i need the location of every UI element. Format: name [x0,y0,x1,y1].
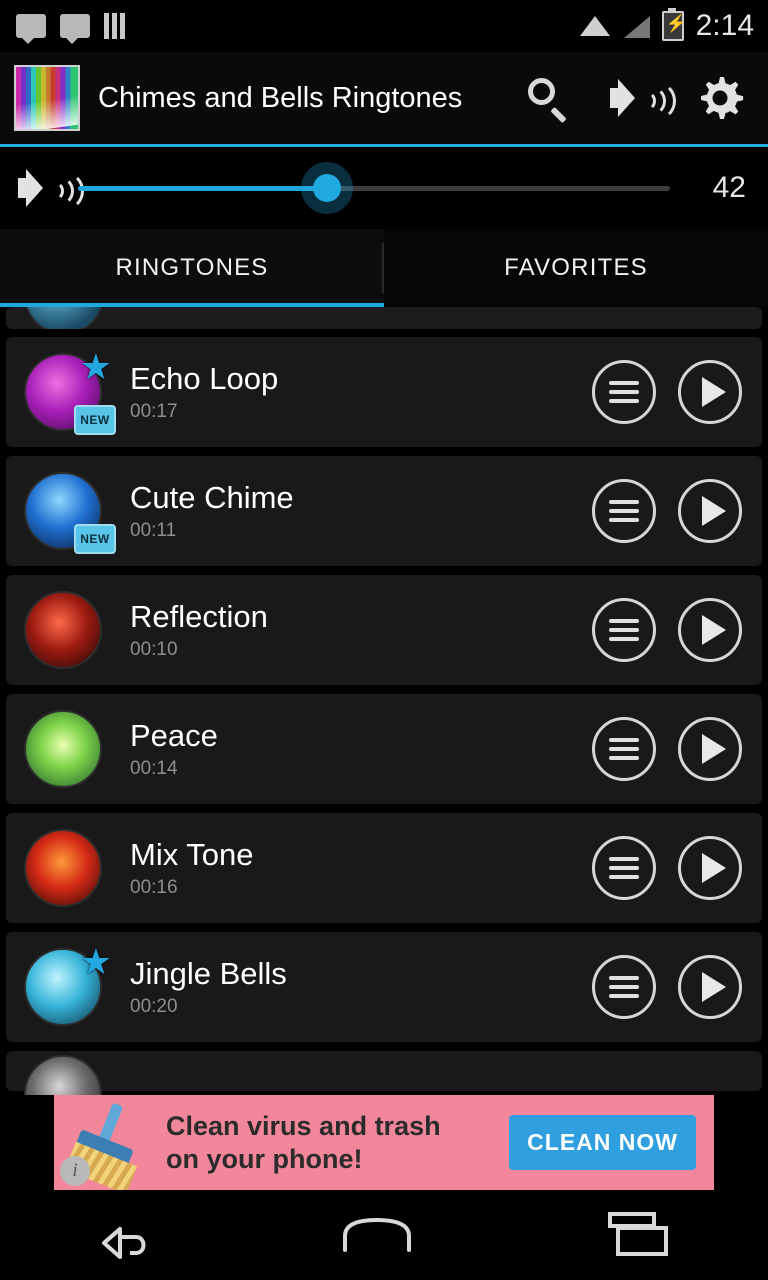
app-bar-actions [526,74,744,122]
message-icon [16,14,46,44]
app-logo [14,65,80,131]
list-item-actions [592,360,742,424]
tab-ringtones[interactable]: RINGTONES [0,229,384,309]
list-item-partial-top[interactable] [6,307,762,329]
volume-row: 42 [0,147,768,229]
album-art [24,829,102,907]
list-item-actions [592,955,742,1019]
list-item-meta: Mix Tone 00:16 [130,837,592,899]
ad-info-icon[interactable]: i [60,1156,90,1186]
list-item-duration: 00:11 [130,520,177,541]
bars-icon [104,13,130,39]
volume-slider-fill [78,185,327,191]
ad-text: Clean virus and trash on your phone! [162,1110,509,1176]
album-art [24,591,102,669]
menu-icon[interactable] [592,836,656,900]
tab-favorites-label: FAVORITES [504,254,648,281]
list-item-duration: 00:14 [130,758,178,779]
app-bar: Chimes and Bells Ringtones [0,52,768,147]
album-art [24,1055,102,1095]
signal-icon [622,14,650,38]
ringtone-list[interactable]: ★ NEW Echo Loop 00:17 NEW Cute Chime 00:… [0,307,768,1095]
list-item[interactable]: Mix Tone 00:16 [6,813,762,923]
favorite-star-icon[interactable]: ★ [80,349,112,385]
album-art [24,710,102,788]
volume-slider[interactable] [78,162,670,214]
play-icon[interactable] [678,717,742,781]
menu-icon[interactable] [592,598,656,662]
page-title: Chimes and Bells Ringtones [98,81,463,114]
list-item[interactable]: ★ Jingle Bells 00:20 [6,932,762,1042]
list-item-title: Echo Loop [130,361,279,396]
menu-icon[interactable] [592,717,656,781]
album-art-wrapper [24,587,110,673]
nav-home-button[interactable] [337,1210,417,1260]
system-nav-bar [0,1190,768,1280]
list-item[interactable]: ★ NEW Echo Loop 00:17 [6,337,762,447]
album-art-wrapper: ★ NEW [24,349,116,435]
speaker-icon[interactable] [18,169,84,211]
list-item-duration: 00:16 [130,877,178,898]
list-item-meta: Echo Loop 00:17 [130,361,592,423]
list-item-title: Jingle Bells [130,956,287,991]
album-art-wrapper [24,1051,110,1095]
list-item-title: Mix Tone [130,837,254,872]
search-icon[interactable] [526,76,570,120]
tab-bar: RINGTONES FAVORITES [0,229,768,309]
list-item-meta: Peace 00:14 [130,718,592,780]
wifi-icon [579,14,610,38]
tab-favorites[interactable]: FAVORITES [384,229,768,307]
ad-text-line2: on your phone! [166,1143,363,1174]
new-badge: NEW [74,524,116,554]
list-item-actions [592,717,742,781]
play-icon[interactable] [678,479,742,543]
play-icon[interactable] [678,360,742,424]
album-art-wrapper [24,825,110,911]
list-item-title: Peace [130,718,218,753]
list-item-actions [592,479,742,543]
volume-value: 42 [712,171,746,204]
battery-charging-icon [661,8,687,41]
play-icon[interactable] [678,598,742,662]
list-item-meta: Cute Chime 00:11 [130,480,592,542]
gear-icon[interactable] [696,74,744,122]
list-item-meta: Reflection 00:10 [130,599,592,661]
new-badge: NEW [74,405,116,435]
list-item[interactable]: Reflection 00:10 [6,575,762,685]
status-bar-right: 2:14 [579,8,754,43]
status-clock: 2:14 [695,9,754,42]
tab-ringtones-label: RINGTONES [115,254,269,281]
list-item-duration: 00:17 [130,401,178,422]
list-item-duration: 00:10 [130,639,178,660]
list-item-partial-bottom[interactable] [6,1051,762,1095]
list-item-title: Reflection [130,599,268,634]
play-icon[interactable] [678,836,742,900]
status-bar: 2:14 [0,0,768,52]
menu-icon[interactable] [592,955,656,1019]
status-bar-left [16,13,130,44]
list-item-actions [592,598,742,662]
ad-banner[interactable]: Clean virus and trash on your phone! CLE… [54,1095,714,1190]
message-icon [60,14,90,44]
album-art-wrapper [24,706,110,792]
album-art-wrapper: ★ [24,944,112,1030]
album-art-wrapper: NEW [24,468,116,554]
volume-icon[interactable] [610,79,676,121]
favorite-star-icon[interactable]: ★ [80,944,112,980]
volume-slider-thumb[interactable] [300,162,353,214]
list-item-actions [592,836,742,900]
list-item[interactable]: NEW Cute Chime 00:11 [6,456,762,566]
album-art [24,307,104,329]
nav-recents-button[interactable] [604,1210,674,1260]
list-item-duration: 00:20 [130,996,178,1017]
list-item-title: Cute Chime [130,480,294,515]
menu-icon[interactable] [592,360,656,424]
ad-text-line1: Clean virus and trash [166,1110,441,1141]
play-icon[interactable] [678,955,742,1019]
ad-cta-button[interactable]: CLEAN NOW [509,1115,696,1170]
menu-icon[interactable] [592,479,656,543]
list-item[interactable]: Peace 00:14 [6,694,762,804]
nav-back-button[interactable] [94,1213,150,1259]
list-item-meta: Jingle Bells 00:20 [130,956,592,1018]
